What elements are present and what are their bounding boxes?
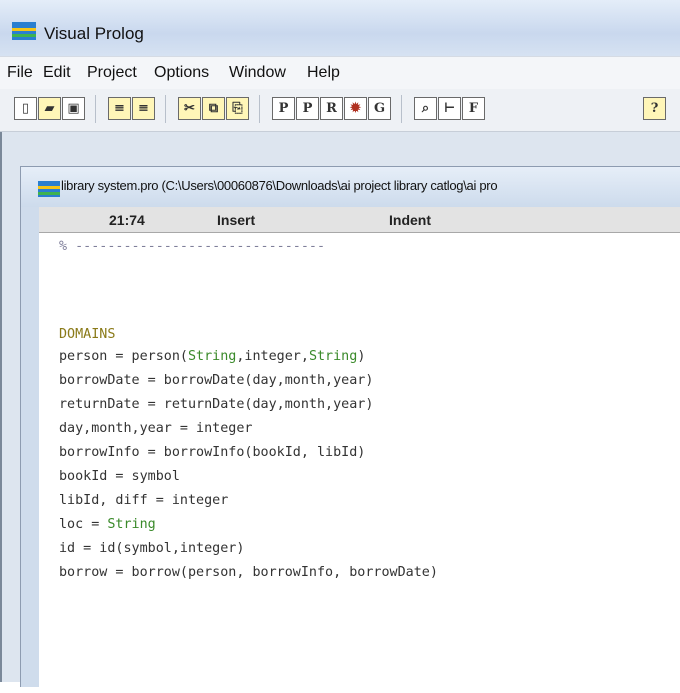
editor-title: library system.pro (C:\Users\00060876\Do… (61, 178, 498, 193)
open-icon[interactable]: ▰ (38, 97, 61, 120)
menu-file[interactable]: File (7, 64, 33, 82)
window-left-border (0, 132, 2, 682)
code-line: day,month,year = integer (59, 421, 253, 436)
code-line: bookId = symbol (59, 469, 180, 484)
paste-icon[interactable]: ⎘ (226, 97, 249, 120)
indent-mode: Indent (389, 212, 431, 228)
code-line: returnDate = returnDate(day,month,year) (59, 397, 374, 412)
undo-icon[interactable]: ≡ (108, 97, 131, 120)
title-bar[interactable]: Visual Prolog (0, 0, 680, 56)
menu-help[interactable]: Help (307, 64, 340, 82)
code-separator: % ------------------------------- (59, 239, 326, 254)
cursor-position: 21:74 (109, 212, 145, 228)
file-icon (38, 181, 60, 197)
menu-bar: File Edit Project Options Window Help (0, 56, 680, 90)
toolbar: ▯ ▰ ▣ ≡ ≡ ✂ ⧉ ⎘ P P R ✹ G ⌕ ⊢ F ? (0, 89, 680, 132)
menu-edit[interactable]: Edit (43, 64, 71, 82)
save-icon[interactable]: ▣ (62, 97, 85, 120)
code-line: id = id(symbol,integer) (59, 541, 245, 556)
run-r-icon[interactable]: R (320, 97, 343, 120)
cut-icon[interactable]: ✂ (178, 97, 201, 120)
code-line: libId, diff = integer (59, 493, 229, 508)
debug-icon[interactable]: ✹ (344, 97, 367, 120)
editor-title-bar[interactable]: library system.pro (C:\Users\00060876\Do… (21, 167, 680, 207)
editor-status-bar: 21:74 Insert Indent (39, 207, 680, 233)
code-line: borrow = borrow(person, borrowInfo, borr… (59, 565, 438, 580)
goal-g-icon[interactable]: G (368, 97, 391, 120)
help-icon[interactable]: ? (643, 97, 666, 120)
visual-prolog-window: Visual Prolog File Edit Project Options … (0, 0, 680, 693)
editor-window: library system.pro (C:\Users\00060876\Do… (20, 166, 680, 693)
project-p-icon[interactable]: P (296, 97, 319, 120)
app-title: Visual Prolog (44, 24, 144, 43)
visual-prolog-app-icon (12, 22, 36, 40)
domains-keyword: DOMAINS (59, 327, 116, 342)
menu-project[interactable]: Project (87, 64, 137, 82)
code-editor[interactable]: % ------------------------------- DOMAIN… (39, 233, 680, 693)
tree-icon[interactable]: ⊢ (438, 97, 461, 120)
code-line: person = person(String,integer,String) (59, 349, 366, 364)
find-f-icon[interactable]: F (462, 97, 485, 120)
menu-window[interactable]: Window (229, 64, 286, 82)
p-icon[interactable]: P (272, 97, 295, 120)
code-line: borrowDate = borrowDate(day,month,year) (59, 373, 374, 388)
browse-icon[interactable]: ⌕ (414, 97, 437, 120)
insert-mode: Insert (217, 212, 256, 228)
new-file-icon[interactable]: ▯ (14, 97, 37, 120)
copy-icon[interactable]: ⧉ (202, 97, 225, 120)
redo-icon[interactable]: ≡ (132, 97, 155, 120)
code-line: loc = String (59, 517, 156, 532)
code-line: borrowInfo = borrowInfo(bookId, libId) (59, 445, 366, 460)
menu-options[interactable]: Options (154, 64, 209, 82)
